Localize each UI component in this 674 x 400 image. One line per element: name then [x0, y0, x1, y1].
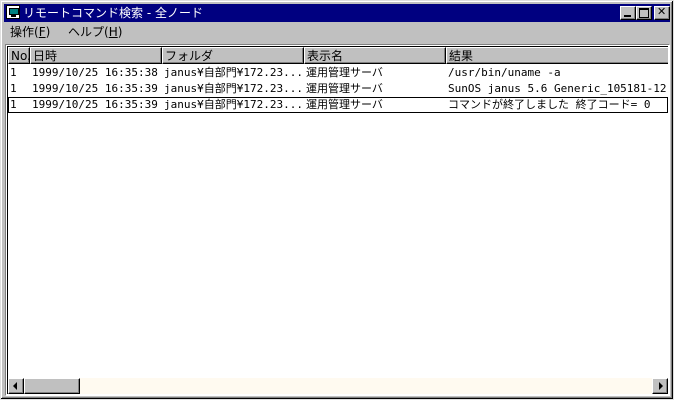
cell-display-name: 運用管理サーバ — [306, 98, 383, 111]
column-header-display-name[interactable]: 表示名 — [304, 47, 446, 64]
minimize-button[interactable] — [620, 6, 636, 20]
horizontal-scrollbar[interactable] — [8, 378, 668, 394]
remote-command-search-window: リモートコマンド検索 - 全ノード 操作(F) ヘルプ(H) No. 日時 フォ… — [0, 0, 674, 400]
arrow-right-icon[interactable] — [652, 378, 668, 394]
menu-help[interactable]: ヘルプ(H) — [68, 24, 122, 41]
column-header-no[interactable]: No. — [8, 47, 30, 64]
menu-bar: 操作(F) ヘルプ(H) — [4, 23, 670, 42]
cell-folder: janus¥自部門¥172.23.... — [164, 98, 304, 111]
app-window-icon[interactable] — [6, 5, 20, 19]
results-list-view[interactable]: No. 日時 フォルダ 表示名 結果 1 1999/10/25 16:35:38… — [5, 44, 670, 396]
menu-help-close: ) — [117, 25, 123, 39]
menu-help-label: ヘルプ( — [68, 25, 109, 39]
column-header-result[interactable]: 結果 — [446, 47, 668, 64]
table-row[interactable]: 1 1999/10/25 16:35:39 janus¥自部門¥172.23..… — [8, 81, 668, 97]
title-bar[interactable]: リモートコマンド検索 - 全ノード — [4, 4, 670, 22]
menu-operate[interactable]: 操作(F) — [10, 24, 50, 41]
menu-operate-mnemonic: F — [38, 25, 46, 39]
cell-result: SunOS janus 5.6 Generic_105181-12 sun — [448, 82, 668, 95]
column-header-row: No. 日時 フォルダ 表示名 結果 — [8, 47, 668, 64]
cell-folder: janus¥自部門¥172.23.... — [164, 82, 304, 95]
cell-no: 1 — [10, 82, 17, 95]
results-list-inner: No. 日時 フォルダ 表示名 結果 1 1999/10/25 16:35:38… — [7, 46, 668, 394]
column-header-folder[interactable]: フォルダ — [162, 47, 304, 64]
menu-operate-label: 操作( — [10, 25, 39, 39]
cell-folder: janus¥自部門¥172.23.... — [164, 66, 304, 79]
cell-datetime: 1999/10/25 16:35:39 — [32, 98, 158, 111]
cell-datetime: 1999/10/25 16:35:39 — [32, 82, 158, 95]
cell-datetime: 1999/10/25 16:35:38 — [32, 66, 158, 79]
table-row[interactable]: 1 1999/10/25 16:35:38 janus¥自部門¥172.23..… — [8, 65, 668, 81]
scrollbar-thumb[interactable] — [24, 378, 80, 394]
close-button[interactable] — [654, 5, 670, 20]
menu-help-mnemonic: H — [108, 25, 118, 39]
cell-display-name: 運用管理サーバ — [306, 66, 383, 79]
cell-result: コマンドが終了しました 終了コード= 0 — [448, 98, 651, 111]
cell-display-name: 運用管理サーバ — [306, 82, 383, 95]
cell-no: 1 — [10, 98, 17, 111]
column-header-datetime[interactable]: 日時 — [30, 47, 162, 64]
cell-result: /usr/bin/uname -a — [448, 66, 561, 79]
table-row[interactable]: 1 1999/10/25 16:35:39 janus¥自部門¥172.23..… — [8, 97, 668, 113]
maximize-button[interactable] — [636, 6, 652, 20]
cell-no: 1 — [10, 66, 17, 79]
window-title: リモートコマンド検索 - 全ノード — [23, 6, 203, 20]
arrow-left-icon[interactable] — [8, 378, 24, 394]
menu-operate-close: ) — [45, 25, 51, 39]
